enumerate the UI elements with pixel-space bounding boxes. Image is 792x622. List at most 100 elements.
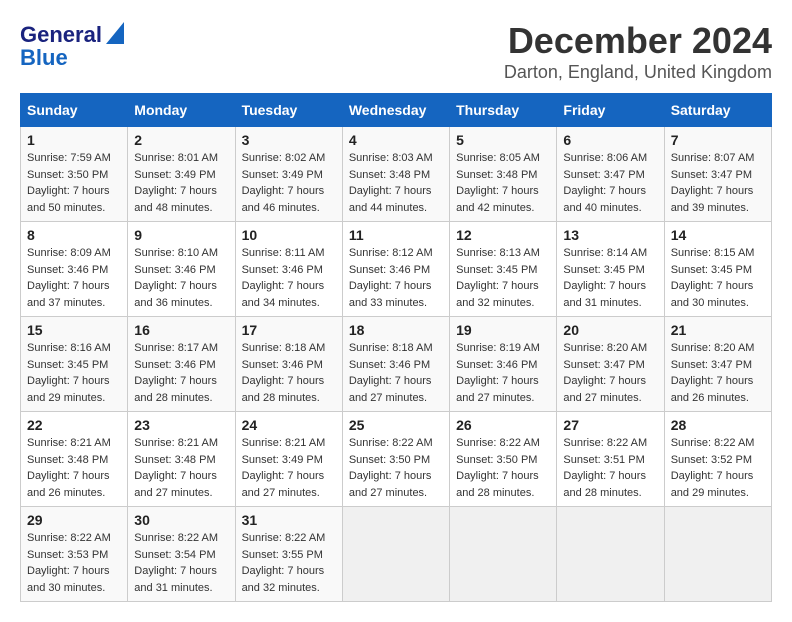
calendar-cell: 9Sunrise: 8:10 AMSunset: 3:46 PMDaylight…	[128, 222, 235, 317]
header-day: Wednesday	[342, 94, 449, 127]
calendar-cell: 5Sunrise: 8:05 AMSunset: 3:48 PMDaylight…	[450, 127, 557, 222]
sunset-text: Sunset: 3:47 PM	[563, 167, 657, 184]
calendar-week: 8Sunrise: 8:09 AMSunset: 3:46 PMDaylight…	[21, 222, 772, 317]
cell-content: Sunrise: 8:22 AMSunset: 3:55 PMDaylight:…	[242, 530, 336, 596]
sunrise-text: Sunrise: 8:10 AM	[134, 245, 228, 262]
calendar-cell: 18 Sunrise: 8:18 AMSunset: 3:46 PMDayligh…	[342, 317, 449, 412]
day-number: 21	[671, 322, 765, 338]
sunset-text: Sunset: 3:48 PM	[456, 167, 550, 184]
daylight-text: Daylight: 7 hoursand 27 minutes.	[456, 373, 550, 406]
sunset-text: Sunset: 3:47 PM	[671, 357, 765, 374]
daylight-text: Daylight: 7 hoursand 30 minutes.	[671, 278, 765, 311]
cell-content: Sunrise: 8:18 AMSunset: 3:46 PMDaylight:…	[349, 340, 443, 406]
sunset-text: Sunset: 3:45 PM	[563, 262, 657, 279]
sunrise-text: Sunrise: 8:12 AM	[349, 245, 443, 262]
calendar-cell: 3Sunrise: 8:02 AMSunset: 3:49 PMDaylight…	[235, 127, 342, 222]
sunrise-text: Sunrise: 8:17 AM	[134, 340, 228, 357]
sunrise-text: Sunrise: 8:22 AM	[349, 435, 443, 452]
cell-content: Sunrise: 8:21 AMSunset: 3:49 PMDaylight:…	[242, 435, 336, 501]
day-number: 8	[27, 227, 121, 243]
sunset-text: Sunset: 3:46 PM	[27, 262, 121, 279]
calendar-cell: 2Sunrise: 8:01 AMSunset: 3:49 PMDaylight…	[128, 127, 235, 222]
day-number: 11	[349, 227, 443, 243]
sunrise-text: Sunrise: 8:21 AM	[242, 435, 336, 452]
sunset-text: Sunset: 3:55 PM	[242, 547, 336, 564]
daylight-text: Daylight: 7 hoursand 34 minutes.	[242, 278, 336, 311]
header-day: Friday	[557, 94, 664, 127]
daylight-text: Daylight: 7 hoursand 31 minutes.	[134, 563, 228, 596]
day-number: 3	[242, 132, 336, 148]
sunset-text: Sunset: 3:46 PM	[242, 357, 336, 374]
sunrise-text: Sunrise: 8:09 AM	[27, 245, 121, 262]
sunset-text: Sunset: 3:47 PM	[671, 167, 765, 184]
daylight-text: Daylight: 7 hoursand 30 minutes.	[27, 563, 121, 596]
calendar-body: 1 Sunrise: 7:59 AMSunset: 3:50 PMDaylight…	[21, 127, 772, 602]
day-number: 18	[349, 322, 443, 338]
sunset-text: Sunset: 3:45 PM	[671, 262, 765, 279]
sunrise-text: Sunrise: 8:21 AM	[27, 435, 121, 452]
daylight-text: Daylight: 7 hoursand 29 minutes.	[27, 373, 121, 406]
sunrise-text: Sunrise: 8:02 AM	[242, 150, 336, 167]
sunset-text: Sunset: 3:45 PM	[27, 357, 121, 374]
sunrise-text: Sunrise: 8:21 AM	[134, 435, 228, 452]
sunset-text: Sunset: 3:50 PM	[27, 167, 121, 184]
sunset-text: Sunset: 3:46 PM	[242, 262, 336, 279]
day-number: 1	[27, 132, 121, 148]
day-number: 6	[563, 132, 657, 148]
cell-content: Sunrise: 8:03 AMSunset: 3:48 PMDaylight:…	[349, 150, 443, 216]
cell-content: Sunrise: 8:17 AMSunset: 3:46 PMDaylight:…	[134, 340, 228, 406]
sunset-text: Sunset: 3:46 PM	[456, 357, 550, 374]
header-row: SundayMondayTuesdayWednesdayThursdayFrid…	[21, 94, 772, 127]
sunrise-text: Sunrise: 8:03 AM	[349, 150, 443, 167]
calendar-cell	[664, 507, 771, 602]
sunset-text: Sunset: 3:52 PM	[671, 452, 765, 469]
sunset-text: Sunset: 3:50 PM	[349, 452, 443, 469]
day-number: 25	[349, 417, 443, 433]
sunrise-text: Sunrise: 8:11 AM	[242, 245, 336, 262]
daylight-text: Daylight: 7 hoursand 32 minutes.	[242, 563, 336, 596]
calendar-cell: 15Sunrise: 8:16 AMSunset: 3:45 PMDayligh…	[21, 317, 128, 412]
header-day: Sunday	[21, 94, 128, 127]
cell-content: Sunrise: 8:20 AMSunset: 3:47 PMDaylight:…	[563, 340, 657, 406]
day-number: 16	[134, 322, 228, 338]
sunrise-text: Sunrise: 8:22 AM	[242, 530, 336, 547]
cell-content: Sunrise: 8:06 AMSunset: 3:47 PMDaylight:…	[563, 150, 657, 216]
day-number: 7	[671, 132, 765, 148]
sunset-text: Sunset: 3:54 PM	[134, 547, 228, 564]
logo-arrow-icon	[106, 22, 124, 49]
day-number: 4	[349, 132, 443, 148]
sunrise-text: Sunrise: 8:20 AM	[671, 340, 765, 357]
sunrise-text: Sunrise: 8:05 AM	[456, 150, 550, 167]
day-number: 22	[27, 417, 121, 433]
header-day: Saturday	[664, 94, 771, 127]
sunrise-text: Sunrise: 8:06 AM	[563, 150, 657, 167]
calendar-cell: 16 Sunrise: 8:17 AMSunset: 3:46 PMDayligh…	[128, 317, 235, 412]
calendar-cell: 24Sunrise: 8:21 AMSunset: 3:49 PMDayligh…	[235, 412, 342, 507]
cell-content: Sunrise: 8:22 AMSunset: 3:54 PMDaylight:…	[134, 530, 228, 596]
daylight-text: Daylight: 7 hoursand 39 minutes.	[671, 183, 765, 216]
header-day: Monday	[128, 94, 235, 127]
cell-content: Sunrise: 8:07 AMSunset: 3:47 PMDaylight:…	[671, 150, 765, 216]
cell-content: Sunrise: 8:18 AMSunset: 3:46 PMDaylight:…	[242, 340, 336, 406]
daylight-text: Daylight: 7 hoursand 48 minutes.	[134, 183, 228, 216]
header-day: Tuesday	[235, 94, 342, 127]
day-number: 29	[27, 512, 121, 528]
header: General Blue December 2024 Darton, Engla…	[20, 20, 772, 83]
calendar-cell: 27Sunrise: 8:22 AMSunset: 3:51 PMDayligh…	[557, 412, 664, 507]
daylight-text: Daylight: 7 hoursand 27 minutes.	[349, 373, 443, 406]
day-number: 12	[456, 227, 550, 243]
daylight-text: Daylight: 7 hoursand 28 minutes.	[134, 373, 228, 406]
sunrise-text: Sunrise: 8:20 AM	[563, 340, 657, 357]
day-number: 10	[242, 227, 336, 243]
calendar-cell: 12Sunrise: 8:13 AMSunset: 3:45 PMDayligh…	[450, 222, 557, 317]
cell-content: Sunrise: 8:12 AMSunset: 3:46 PMDaylight:…	[349, 245, 443, 311]
daylight-text: Daylight: 7 hoursand 29 minutes.	[671, 468, 765, 501]
cell-content: Sunrise: 7:59 AMSunset: 3:50 PMDaylight:…	[27, 150, 121, 216]
sunset-text: Sunset: 3:48 PM	[27, 452, 121, 469]
sunrise-text: Sunrise: 8:19 AM	[456, 340, 550, 357]
daylight-text: Daylight: 7 hoursand 37 minutes.	[27, 278, 121, 311]
cell-content: Sunrise: 8:16 AMSunset: 3:45 PMDaylight:…	[27, 340, 121, 406]
daylight-text: Daylight: 7 hoursand 32 minutes.	[456, 278, 550, 311]
calendar-cell	[450, 507, 557, 602]
sunset-text: Sunset: 3:53 PM	[27, 547, 121, 564]
